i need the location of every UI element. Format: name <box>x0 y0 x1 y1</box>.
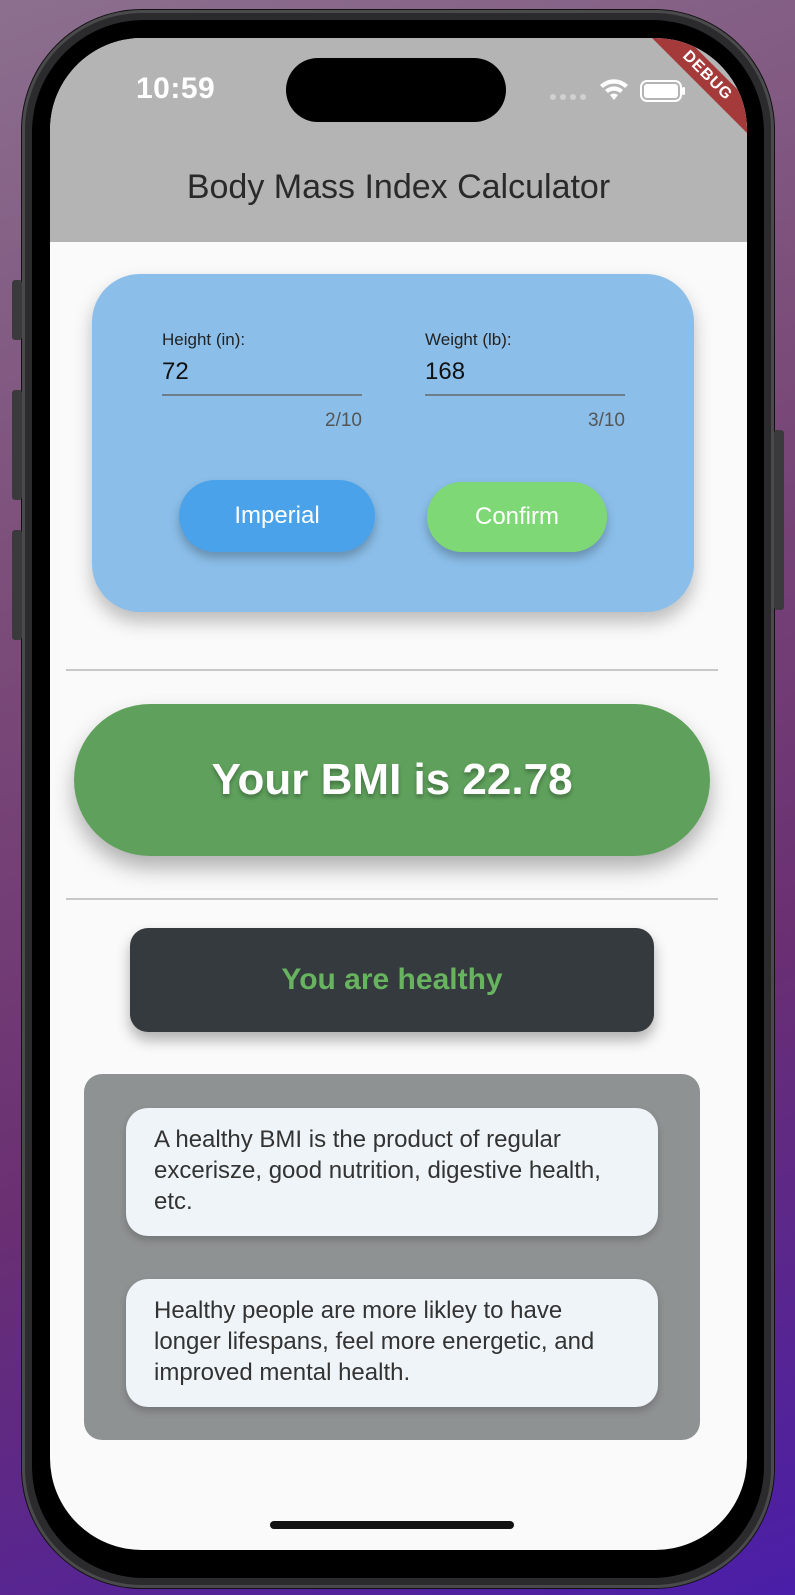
status-time: 10:59 <box>136 72 216 105</box>
height-underline <box>162 394 362 396</box>
imperial-button[interactable]: Imperial <box>179 480 375 552</box>
height-input[interactable]: 72 <box>162 358 362 388</box>
cellular-signal-icon <box>550 94 586 100</box>
battery-icon <box>640 80 685 102</box>
height-label: Height (in): <box>162 330 246 349</box>
weight-underline <box>425 394 625 396</box>
silent-switch <box>12 280 22 340</box>
page-title: Body Mass Index Calculator <box>186 168 611 206</box>
divider <box>66 898 718 900</box>
wifi-icon <box>600 79 628 100</box>
health-status: You are healthy <box>130 928 654 1032</box>
weight-label: Weight (lb): <box>425 330 512 349</box>
app-bar: 10:59 DEBUG Body Mass Index Calculator <box>50 38 747 242</box>
weight-field[interactable]: Weight (lb): 168 3/10 <box>425 330 625 432</box>
height-counter: 2/10 <box>325 410 362 431</box>
app-screen: 10:59 DEBUG Body Mass Index Calculator H… <box>50 38 747 1550</box>
height-field[interactable]: Height (in): 72 2/10 <box>162 330 362 432</box>
bmi-result: Your BMI is 22.78 <box>74 704 710 856</box>
input-card: Height (in): 72 2/10 Weight (lb): 168 3/… <box>92 274 694 612</box>
info-card: Healthy people are more likley to have l… <box>126 1279 658 1407</box>
dynamic-island <box>286 58 506 122</box>
home-indicator[interactable] <box>270 1521 514 1529</box>
info-panel: A healthy BMI is the product of regular … <box>84 1074 700 1440</box>
confirm-button[interactable]: Confirm <box>427 482 607 552</box>
volume-down-button <box>12 530 22 640</box>
weight-counter: 3/10 <box>588 410 625 431</box>
divider <box>66 669 718 671</box>
power-button <box>774 430 784 610</box>
weight-input[interactable]: 168 <box>425 358 625 388</box>
volume-up-button <box>12 390 22 500</box>
info-card: A healthy BMI is the product of regular … <box>126 1108 658 1236</box>
